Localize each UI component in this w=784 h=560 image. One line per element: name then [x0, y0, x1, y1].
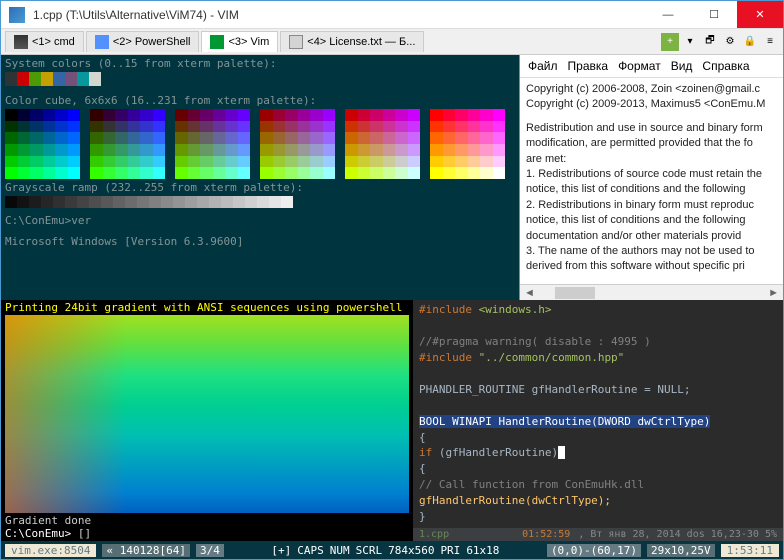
powershell-icon [95, 35, 109, 49]
maximize-pane-button[interactable]: 🗗 [701, 33, 719, 51]
bottom-row: Printing 24bit gradient with ANSI sequen… [1, 300, 783, 541]
sb-process: vim.exe:8504 [5, 544, 96, 557]
tab-dropdown-button[interactable]: ▾ [681, 33, 699, 51]
app-window: 1.cpp (T:\Utils\Alternative\ViM74) - VIM… [0, 0, 784, 560]
tab-vim[interactable]: <3> Vim [201, 31, 278, 52]
content-area: System colors (0..15 from xterm palette)… [1, 55, 783, 541]
settings-button[interactable]: ⚙ [721, 33, 739, 51]
tab-bar: <1> cmd <2> PowerShell <3> Vim <4> Licen… [1, 29, 783, 55]
status-bar: vim.exe:8504 « 140128[64] 3/4 [+] CAPS N… [1, 541, 783, 559]
vim-editor-pane[interactable]: #include <windows.h> //#pragma warning( … [413, 300, 783, 541]
prompt-line: C:\ConEmu>ver [5, 214, 515, 227]
grayscale-label: Grayscale ramp (232..255 from xterm pale… [5, 181, 515, 194]
gradient-footer: Gradient done C:\ConEmu> [] [1, 513, 413, 541]
grayscale-ramp [5, 196, 515, 208]
tab-license[interactable]: <4> License.txt — Б... [280, 31, 424, 52]
terminal-gradient[interactable]: Printing 24bit gradient with ANSI sequen… [1, 300, 413, 541]
sb-clock: 1:53:11 [721, 544, 779, 557]
tab-powershell[interactable]: <2> PowerShell [86, 31, 200, 52]
lock-icon[interactable]: 🔒 [741, 33, 759, 51]
sb-coords: (0,0)-(60,17) [547, 544, 641, 557]
menu-format[interactable]: Формат [618, 59, 661, 73]
system-colors-label: System colors (0..15 from xterm palette)… [5, 57, 515, 70]
menu-file[interactable]: Файл [528, 59, 558, 73]
menu-view[interactable]: Вид [671, 59, 693, 73]
text-icon [289, 35, 303, 49]
scroll-left-icon[interactable]: ◄ [520, 287, 539, 299]
maximize-button[interactable]: ☐ [691, 1, 737, 28]
close-button[interactable]: ✕ [737, 1, 783, 28]
menu-help[interactable]: Справка [702, 59, 749, 73]
vim-code-area[interactable]: #include <windows.h> //#pragma warning( … [413, 300, 783, 528]
window-controls: — ☐ ✕ [645, 1, 783, 28]
sb-tabs-count: 3/4 [196, 544, 224, 557]
menu-button[interactable]: ≡ [761, 33, 779, 51]
sb-cell: 29x10,25V [647, 544, 715, 557]
new-tab-button[interactable]: + [661, 33, 679, 51]
window-title: 1.cpp (T:\Utils\Alternative\ViM74) - VIM [33, 8, 645, 22]
tab-cmd[interactable]: <1> cmd [5, 31, 84, 52]
top-row: System colors (0..15 from xterm palette)… [1, 55, 783, 300]
terminal-xterm-palette[interactable]: System colors (0..15 from xterm palette)… [1, 55, 519, 300]
notepad-body[interactable]: Copyright (c) 2006-2008, Zoin <zoinen@gm… [520, 78, 783, 284]
sb-build: « 140128[64] [102, 544, 189, 557]
gradient-display [5, 315, 409, 513]
color-cube-label: Color cube, 6x6x6 (16..231 from xterm pa… [5, 94, 515, 107]
scrollbar-thumb[interactable] [555, 287, 595, 299]
vim-status-line: 1.cpp 01:52:59 , Вт янв 28, 2014 dos 16,… [413, 528, 783, 541]
scroll-right-icon[interactable]: ► [764, 287, 783, 299]
minimize-button[interactable]: — [645, 1, 691, 28]
system-colors-swatch [5, 72, 515, 86]
gradient-header: Printing 24bit gradient with ANSI sequen… [1, 300, 413, 315]
notepad-scrollbar[interactable]: ◄ ► [520, 284, 783, 300]
notepad-pane: Файл Правка Формат Вид Справка Copyright… [519, 55, 783, 300]
notepad-menu: Файл Правка Формат Вид Справка [520, 55, 783, 78]
ver-output: Microsoft Windows [Version 6.3.9600] [5, 235, 515, 248]
vim-icon [210, 35, 224, 49]
titlebar[interactable]: 1.cpp (T:\Utils\Alternative\ViM74) - VIM… [1, 1, 783, 29]
app-icon [9, 7, 25, 23]
tabbar-controls: + ▾ 🗗 ⚙ 🔒 ≡ [661, 33, 779, 51]
color-cube-row [5, 109, 515, 179]
menu-edit[interactable]: Правка [568, 59, 609, 73]
cmd-icon [14, 35, 28, 49]
